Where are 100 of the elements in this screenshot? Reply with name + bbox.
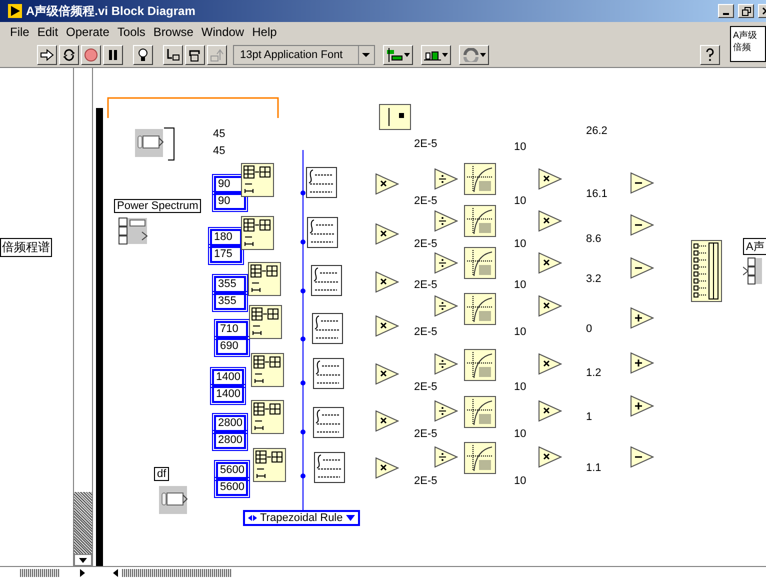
multiply-node-icon [375, 315, 399, 337]
numeric-constant: 8.6 [586, 233, 602, 245]
abort-button[interactable] [81, 44, 101, 64]
numeric-constant: 355 [214, 276, 246, 293]
minimize-button[interactable] [718, 4, 734, 18]
scrollbar-thumb[interactable] [74, 492, 92, 554]
step-into-icon [166, 48, 180, 62]
step-over-button[interactable] [185, 44, 205, 64]
numeric-constant: 690 [216, 338, 248, 355]
array-indicator-terminal [743, 257, 762, 285]
multiply-node-icon [375, 271, 399, 293]
numeric-constant: 2E-5 [414, 428, 438, 440]
left-arrow-icon [113, 568, 118, 576]
array-subset-node-icon [248, 262, 281, 296]
numeric-constant: 1 [586, 411, 592, 423]
numeric-constant: 0 [586, 323, 592, 335]
array-indicator-terminal [118, 217, 148, 247]
step-out-icon [210, 48, 224, 62]
numeric-constant: 2E-5 [414, 279, 438, 291]
numeric-constant: 10 [514, 381, 526, 393]
menu-item[interactable]: Tools [117, 25, 146, 39]
multiply-node-icon [375, 457, 399, 479]
integral-node-icon [313, 407, 344, 438]
multiply-node-icon [375, 223, 399, 245]
step-into-button[interactable] [163, 44, 183, 64]
array-subset-node-icon [253, 448, 286, 482]
numeric-constant: 1.1 [586, 462, 602, 474]
numeric-constant: 90 [214, 193, 246, 210]
divide-node-icon [434, 252, 458, 274]
question-mark-icon [705, 48, 715, 62]
logarithm-node-icon [464, 205, 496, 237]
terminal-label: Power Spectrum [114, 199, 202, 213]
right-arrow-icon [80, 568, 85, 576]
ring-constant[interactable]: Trapezoidal Rule [243, 510, 360, 526]
terminal-label: df [154, 467, 170, 481]
font-dropdown[interactable]: 13pt Application Font [233, 44, 375, 64]
down-arrow-icon [79, 558, 87, 562]
numeric-constant: 2E-5 [414, 381, 438, 393]
highlight-execution-button[interactable] [133, 44, 153, 64]
caret-icon [442, 52, 448, 56]
restore-button[interactable] [738, 4, 754, 18]
run-continuously-button[interactable] [59, 44, 79, 64]
reorder-arrows-icon [462, 48, 480, 62]
subtract-node-icon [630, 446, 654, 468]
logarithm-node-icon [464, 349, 496, 381]
scrollbar-thumb[interactable] [20, 568, 60, 576]
integral-node-icon [312, 313, 343, 344]
scroll-down-button[interactable] [74, 554, 92, 566]
pause-icon [108, 48, 118, 60]
integral-node-icon [311, 265, 342, 296]
numeric-constant: 180 [210, 229, 242, 246]
bundle-node-icon [691, 240, 722, 302]
numeric-constant: 45 [213, 145, 226, 157]
integral-node-icon [314, 452, 345, 483]
align-icon [386, 48, 404, 62]
scrollbar-thumb[interactable] [122, 568, 232, 576]
numeric-constant: 2E-5 [414, 326, 438, 338]
multiply-node-icon [538, 210, 562, 232]
menu-item[interactable]: Operate [66, 25, 110, 39]
integral-node-icon [306, 167, 337, 198]
multiply-node-icon [538, 400, 562, 422]
menu-item[interactable]: Edit [37, 25, 58, 39]
numeric-constant: 16.1 [586, 188, 608, 200]
help-button[interactable] [700, 44, 720, 64]
caret-icon [404, 52, 410, 56]
numeric-constant: 2E-5 [414, 238, 438, 250]
menu-item[interactable]: File [10, 25, 30, 39]
distribute-objects-button[interactable] [421, 44, 451, 64]
logarithm-node-icon [464, 442, 496, 474]
menu-item[interactable]: Browse [153, 25, 194, 39]
window-title: A声级倍频程.vi Block Diagram [26, 2, 196, 20]
multiply-node-icon [538, 353, 562, 375]
numeric-constant: 45 [213, 128, 226, 140]
reorder-button[interactable] [459, 44, 489, 64]
subtract-node-icon [630, 172, 654, 194]
numeric-constant: 10 [514, 279, 526, 291]
restore-icon [742, 6, 750, 16]
array-subset-node-icon [241, 216, 274, 250]
menu-item[interactable]: Help [252, 25, 277, 39]
step-over-icon [188, 48, 202, 62]
increment-arrows-icon [248, 515, 257, 521]
logarithm-node-icon [464, 293, 496, 325]
array-subset-node-icon [249, 305, 282, 339]
subtract-node-icon [630, 257, 654, 279]
array-subset-node-icon [241, 163, 274, 197]
align-objects-button[interactable] [383, 44, 413, 64]
array-subset-node-icon [251, 400, 284, 434]
run-button[interactable] [37, 44, 57, 64]
pause-button[interactable] [103, 44, 123, 64]
step-out-button[interactable] [207, 44, 227, 64]
numeric-constant: 2800 [214, 415, 246, 432]
run-arrow-icon [40, 48, 54, 60]
menu-item[interactable]: Window [201, 25, 244, 39]
numeric-control-terminal [134, 128, 164, 158]
multiply-node-icon [375, 363, 399, 385]
numeric-constant: 2E-5 [414, 138, 438, 150]
numeric-constant: 5600 [216, 462, 248, 479]
numeric-control-terminal [158, 485, 188, 515]
numeric-constant: 26.2 [586, 125, 608, 137]
multiply-node-icon [375, 173, 399, 195]
